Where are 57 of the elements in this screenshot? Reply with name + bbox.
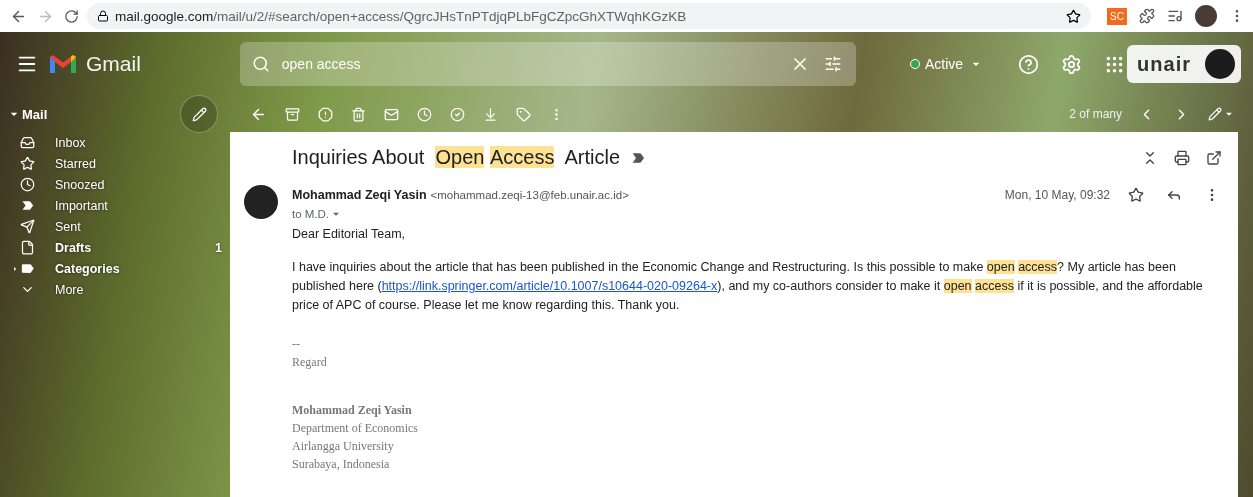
sidebar-item[interactable]: Starred — [0, 153, 230, 174]
sidebar-item[interactable]: Categories — [0, 258, 230, 279]
search-highlight: open — [986, 260, 1015, 274]
app-name: Gmail — [86, 52, 141, 76]
search-highlight: Access — [490, 146, 555, 168]
search-highlight: access — [975, 279, 1014, 293]
mail-section-toggle[interactable]: Mail — [6, 106, 48, 122]
search-highlight: access — [1018, 260, 1058, 274]
search-highlight: Open — [435, 146, 485, 168]
signature-line: Department of Economics — [292, 420, 419, 437]
print-icon[interactable] — [1174, 149, 1190, 166]
message-paragraph: I have inquiries about the article that has been published in the Economic Change and Restructuring. Is this possible to make open access? My article has been published here (https://link.springer.com/article/10.1007/s10644-020-09264-x), and my co-authors consider to make it open access if it is possible, and the affordable price of APC of course. Please let me know regarding this. Thank you. — [292, 259, 1204, 314]
sidebar-item[interactable]: Important — [0, 195, 230, 216]
inbox-icon — [20, 135, 35, 150]
file-icon — [20, 240, 35, 255]
closing-text: Regard — [292, 354, 328, 371]
profile-avatar[interactable] — [1195, 5, 1217, 27]
compose-button[interactable] — [180, 95, 218, 133]
recipient-dropdown[interactable]: to M.D. — [292, 207, 1222, 221]
mail-logo-icon — [48, 53, 78, 75]
important-icon — [20, 198, 35, 213]
star-icon — [20, 156, 35, 171]
signature-line: Surabaya, Indonesia — [292, 456, 391, 473]
playlist-icon[interactable] — [1167, 8, 1183, 24]
new-window-icon[interactable] — [1206, 149, 1222, 166]
account-avatar[interactable] — [1205, 49, 1235, 79]
greeting-text: Dear Editorial Team, — [292, 226, 406, 243]
lock-icon — [97, 10, 109, 22]
status-dropdown[interactable]: Active — [903, 55, 991, 73]
signature-line: Airlangga University — [292, 438, 395, 455]
pencil-icon — [191, 106, 207, 122]
star-icon[interactable] — [1126, 185, 1146, 205]
signature-line: Mohammad Zeqi Yasin — [292, 402, 413, 419]
sender-avatar — [244, 185, 278, 219]
sidebar-item[interactable]: Drafts 1 — [0, 237, 230, 258]
item-count: 1 — [215, 240, 222, 255]
article-link[interactable]: https://link.springer.com/article/10.1007/s10644-020-09264-x — [381, 279, 718, 293]
signature-separator: -- — [292, 336, 301, 353]
sidebar-item[interactable]: Inbox — [0, 132, 230, 153]
send-icon — [20, 219, 35, 234]
star-icon[interactable] — [1066, 8, 1082, 24]
sidebar-item[interactable]: Snoozed — [0, 174, 230, 195]
address-bar[interactable]: mail.google.com/mail/u/2/#search/open+access/QgrcJHsTnPTdjqPLbFgCZpcGhXTWqhKGzKB — [87, 3, 1092, 29]
account-card[interactable]: unair — [1127, 45, 1241, 83]
organization-logo: unair — [1136, 52, 1192, 76]
message-subject: Inquiries About Open Access Article — [292, 146, 621, 169]
label-icon — [20, 261, 35, 276]
clock-icon — [20, 177, 35, 192]
sidebar-item[interactable]: Sent — [0, 216, 230, 237]
puzzle-icon[interactable] — [1139, 8, 1155, 24]
search-icon — [251, 55, 270, 73]
sidebar-item[interactable]: More — [0, 279, 230, 300]
message-date: Mon, 10 May, 09:32 — [1004, 188, 1110, 202]
search-highlight: open — [943, 279, 972, 293]
pager-text: 2 of many — [1069, 107, 1122, 121]
sender-name: Mohammad Zeqi Yasin — [292, 188, 427, 202]
sender-email: <mohammad.zeqi-13@feb.unair.ac.id> — [430, 189, 629, 201]
